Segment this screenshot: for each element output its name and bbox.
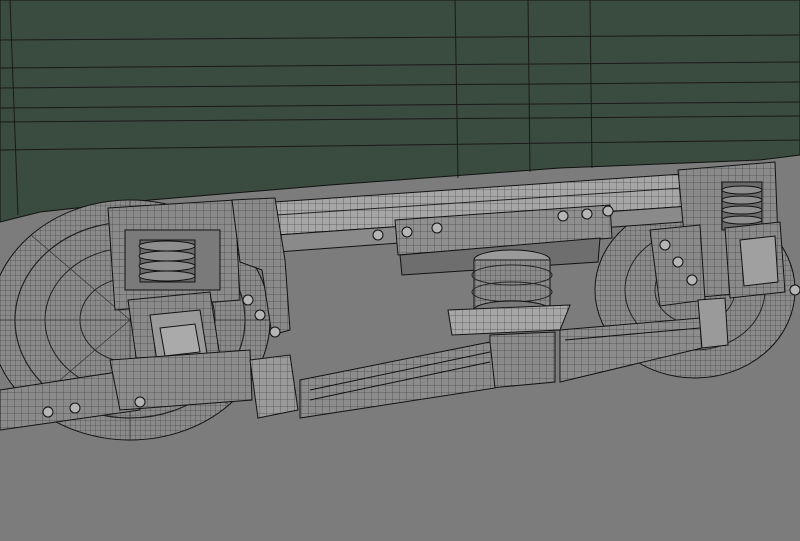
coil-spring-left xyxy=(138,239,196,283)
bolt-icon xyxy=(69,402,81,414)
axle-box-right xyxy=(724,221,786,299)
bolt-icon xyxy=(242,294,254,306)
bolt-icon xyxy=(42,406,54,418)
bolt-icon xyxy=(269,326,281,338)
bolt-icon xyxy=(372,229,384,241)
bolt-icon xyxy=(401,226,413,238)
coil-spring-right xyxy=(721,181,763,231)
scene-canvas xyxy=(0,0,800,541)
bolt-icon xyxy=(431,222,443,234)
bolt-icon xyxy=(602,205,614,217)
bolt-icon xyxy=(659,239,671,251)
bolt-icon xyxy=(134,396,146,408)
bolt-icon xyxy=(789,284,800,296)
bolt-icon xyxy=(254,309,266,321)
render-viewport xyxy=(0,0,800,541)
bolt-icon xyxy=(557,210,569,222)
bolt-icon xyxy=(581,208,593,220)
bolt-icon xyxy=(672,256,684,268)
bolt-icon xyxy=(686,274,698,286)
